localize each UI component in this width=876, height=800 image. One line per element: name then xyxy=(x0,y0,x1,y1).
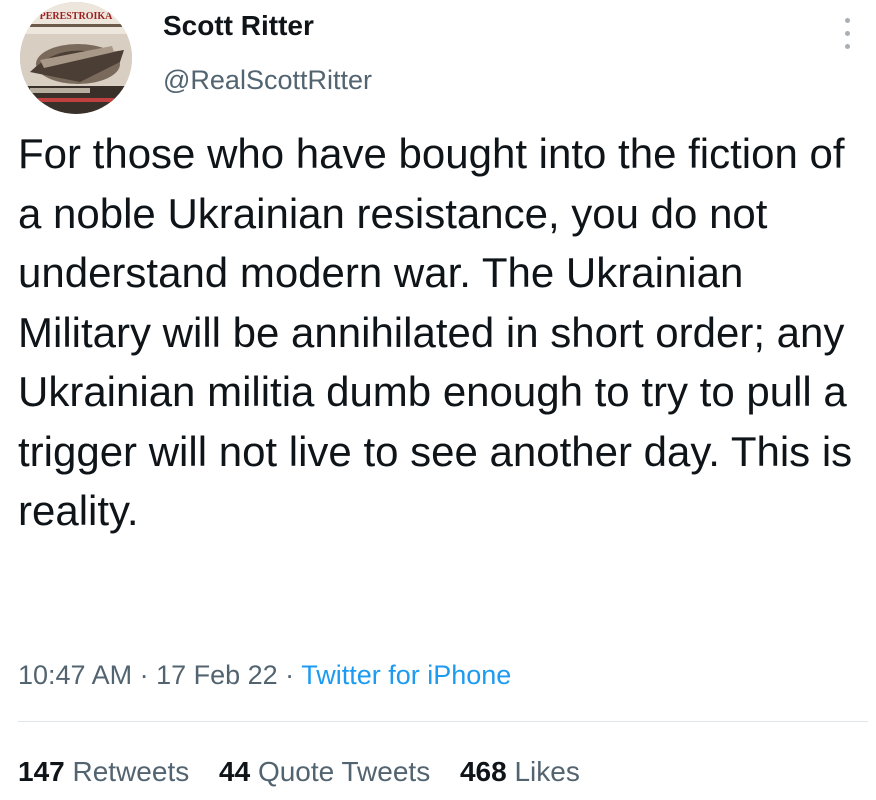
retweets-label: Retweets xyxy=(72,756,190,787)
meta-separator: · xyxy=(277,660,302,690)
tweet-card: PERESTROIKA Scott Ritter @RealScottRitte… xyxy=(0,0,876,800)
meta-separator: · xyxy=(132,660,157,690)
avatar-image: PERESTROIKA xyxy=(20,2,132,114)
more-dot xyxy=(845,44,850,49)
avatar[interactable]: PERESTROIKA xyxy=(20,2,132,114)
tweet-time[interactable]: 10:47 AM xyxy=(18,660,132,690)
retweets-count: 147 xyxy=(18,756,65,787)
quote-tweets-stat[interactable]: 44 Quote Tweets xyxy=(219,750,430,794)
author-block: Scott Ritter @RealScottRitter xyxy=(163,4,372,98)
likes-stat[interactable]: 468 Likes xyxy=(460,750,580,794)
author-name[interactable]: Scott Ritter xyxy=(163,4,372,48)
more-dot xyxy=(845,18,850,23)
tweet-source-link[interactable]: Twitter for iPhone xyxy=(301,660,511,690)
likes-label: Likes xyxy=(514,756,580,787)
retweets-stat[interactable]: 147 Retweets xyxy=(18,750,189,794)
author-handle[interactable]: @RealScottRitter xyxy=(163,62,372,98)
engagement-stats: 147 Retweets 44 Quote Tweets 468 Likes xyxy=(18,750,602,794)
tweet-meta: 10:47 AM · 17 Feb 22 · Twitter for iPhon… xyxy=(18,655,511,695)
quote-tweets-label: Quote Tweets xyxy=(257,756,431,787)
avatar-book-title: PERESTROIKA xyxy=(40,11,114,22)
tweet-date[interactable]: 17 Feb 22 xyxy=(156,660,278,690)
likes-count: 468 xyxy=(459,756,507,787)
divider xyxy=(18,721,868,722)
more-vertical-icon[interactable] xyxy=(840,16,856,56)
more-dot xyxy=(845,31,850,36)
quote-tweets-count: 44 xyxy=(219,756,251,787)
tweet-text: For those who have bought into the ficti… xyxy=(18,130,853,534)
